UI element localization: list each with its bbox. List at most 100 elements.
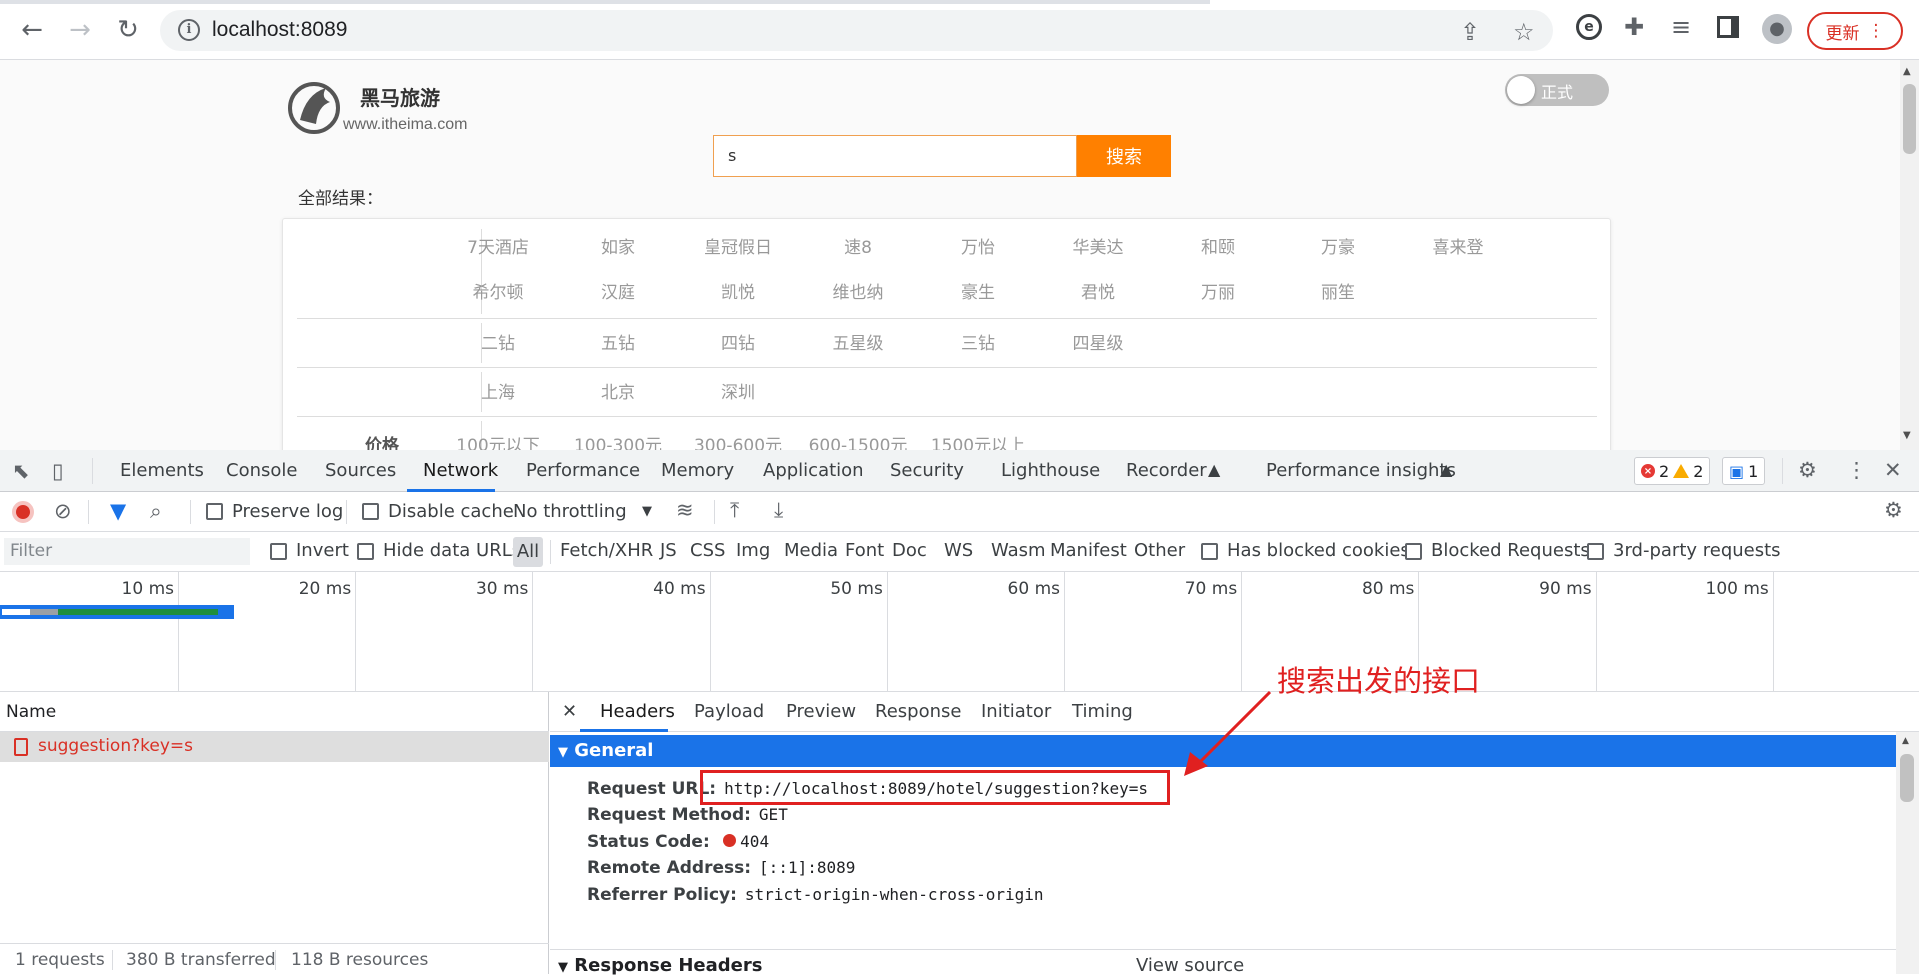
env-toggle[interactable]: 正式: [1505, 74, 1609, 106]
settings-gear-icon[interactable]: ⚙: [1798, 458, 1817, 482]
tab-security[interactable]: Security: [890, 460, 964, 481]
inspect-element-icon[interactable]: ⬉: [12, 459, 30, 483]
request-row[interactable]: suggestion?key=s: [0, 732, 549, 762]
blocked-requests-checkbox[interactable]: [1405, 543, 1422, 560]
brand-filter-item[interactable]: 7天酒店: [443, 233, 553, 258]
detail-tab-headers[interactable]: Headers: [600, 701, 675, 722]
filter-type-wasm[interactable]: Wasm: [991, 540, 1046, 561]
tab-lighthouse[interactable]: Lighthouse: [1001, 460, 1100, 481]
network-settings-icon[interactable]: ⚙: [1884, 498, 1903, 522]
close-detail-icon[interactable]: ✕: [562, 701, 577, 722]
star-filter-item[interactable]: 三钻: [923, 329, 1033, 354]
network-timeline[interactable]: 10 ms 20 ms 30 ms 40 ms 50 ms 60 ms 70 ms 80 ms…: [0, 572, 1919, 692]
tab-elements[interactable]: Elements: [120, 460, 204, 481]
bookmark-star-icon[interactable]: ☆: [1513, 18, 1535, 46]
brand-filter-item[interactable]: 喜来登: [1403, 233, 1513, 258]
forward-icon[interactable]: →: [62, 12, 98, 48]
preserve-log-checkbox[interactable]: [206, 503, 223, 520]
share-icon[interactable]: ⇪: [1460, 18, 1480, 46]
update-button[interactable]: 更新 ⋮: [1807, 12, 1903, 50]
tab-performance-insights[interactable]: Performance insights: [1266, 460, 1456, 481]
filter-type-img[interactable]: Img: [736, 540, 770, 561]
response-headers-section-header[interactable]: ▼ Response Headers View source: [550, 949, 1896, 977]
search-icon[interactable]: ⌕: [150, 499, 162, 524]
profile-avatar-icon[interactable]: ●: [1762, 14, 1792, 44]
scroll-up-icon[interactable]: ▲: [1902, 736, 1909, 746]
detail-tab-payload[interactable]: Payload: [694, 701, 764, 722]
tab-performance[interactable]: Performance: [526, 460, 640, 481]
star-filter-item[interactable]: 四星级: [1043, 329, 1153, 354]
extensions-puzzle-icon[interactable]: ✚: [1624, 13, 1644, 41]
brand-filter-item[interactable]: 凯悦: [683, 278, 793, 303]
star-filter-item[interactable]: 二钻: [443, 329, 553, 354]
reading-list-icon[interactable]: ≡: [1671, 13, 1691, 41]
tab-memory[interactable]: Memory: [661, 460, 734, 481]
city-filter-item[interactable]: 深圳: [683, 378, 793, 403]
scroll-down-icon[interactable]: ▼: [1903, 430, 1911, 441]
record-icon[interactable]: [12, 501, 34, 523]
network-conditions-icon[interactable]: ≋: [676, 498, 694, 522]
name-column-header[interactable]: Name: [0, 692, 549, 732]
back-icon[interactable]: ←: [14, 12, 50, 48]
price-filter-item[interactable]: 100-300元: [563, 431, 673, 450]
tab-recorder[interactable]: Recorder: [1126, 460, 1207, 481]
search-input[interactable]: s: [713, 135, 1077, 177]
search-button[interactable]: 搜索: [1077, 135, 1171, 177]
brand-filter-item[interactable]: 维也纳: [803, 278, 913, 303]
brand-filter-item[interactable]: 希尔顿: [443, 278, 553, 303]
star-filter-item[interactable]: 五钻: [563, 329, 673, 354]
filter-type-ws[interactable]: WS: [944, 540, 973, 561]
blocked-cookies-checkbox[interactable]: [1201, 543, 1218, 560]
detail-scroll-thumb[interactable]: [1900, 754, 1914, 802]
filter-type-other[interactable]: Other: [1134, 540, 1185, 561]
hide-data-urls-checkbox[interactable]: [357, 543, 374, 560]
filter-type-css[interactable]: CSS: [690, 540, 725, 561]
brand-filter-item[interactable]: 速8: [803, 233, 913, 258]
filter-type-font[interactable]: Font: [845, 540, 884, 561]
brand-filter-item[interactable]: 如家: [563, 233, 673, 258]
city-filter-item[interactable]: 北京: [563, 378, 673, 403]
device-toolbar-icon[interactable]: ▯: [52, 459, 64, 483]
brand-filter-item[interactable]: 君悦: [1043, 278, 1153, 303]
filter-type-all[interactable]: All: [513, 537, 543, 567]
detail-tab-preview[interactable]: Preview: [786, 701, 856, 722]
city-filter-item[interactable]: 上海: [443, 378, 553, 403]
price-filter-item[interactable]: 300-600元: [683, 431, 793, 450]
reload-icon[interactable]: ↻: [110, 12, 146, 48]
brand-filter-item[interactable]: 万丽: [1163, 278, 1273, 303]
star-filter-item[interactable]: 四钻: [683, 329, 793, 354]
price-filter-item[interactable]: 1500元以上: [923, 431, 1033, 450]
issues-badge[interactable]: × 2 2: [1634, 457, 1711, 485]
brand-filter-item[interactable]: 皇冠假日: [683, 233, 793, 258]
third-party-checkbox[interactable]: [1587, 543, 1604, 560]
messages-badge[interactable]: ▣ 1: [1722, 457, 1766, 485]
detail-tab-response[interactable]: Response: [875, 701, 961, 722]
scroll-up-icon[interactable]: ▲: [1903, 66, 1911, 77]
filter-type-doc[interactable]: Doc: [892, 540, 927, 561]
export-har-icon[interactable]: ⤓: [774, 498, 783, 523]
tab-sources[interactable]: Sources: [325, 460, 396, 481]
tab-application[interactable]: Application: [763, 460, 864, 481]
extension-e-icon[interactable]: e: [1576, 14, 1602, 40]
invert-checkbox[interactable]: [270, 543, 287, 560]
filter-input[interactable]: Filter: [4, 538, 250, 565]
tab-console[interactable]: Console: [226, 460, 297, 481]
detail-tab-initiator[interactable]: Initiator: [981, 701, 1051, 722]
brand-filter-item[interactable]: 汉庭: [563, 278, 673, 303]
price-filter-item[interactable]: 100元以下: [443, 431, 553, 450]
import-har-icon[interactable]: ⤒: [730, 498, 739, 523]
chevron-down-icon[interactable]: ▼: [642, 504, 652, 519]
filter-type-manifest[interactable]: Manifest: [1050, 540, 1127, 561]
filter-type-media[interactable]: Media: [784, 540, 838, 561]
brand-filter-item[interactable]: 丽笙: [1283, 278, 1393, 303]
brand-filter-item[interactable]: 豪生: [923, 278, 1033, 303]
throttling-select[interactable]: No throttling: [513, 501, 627, 522]
brand-filter-item[interactable]: 万怡: [923, 233, 1033, 258]
tab-network[interactable]: Network: [423, 460, 498, 481]
view-source-link[interactable]: View source: [1136, 955, 1244, 976]
filter-funnel-icon[interactable]: ▼: [110, 499, 126, 523]
filter-type-fetch-xhr[interactable]: Fetch/XHR: [560, 540, 653, 561]
clear-icon[interactable]: ⊘: [54, 499, 72, 523]
brand-filter-item[interactable]: 和颐: [1163, 233, 1273, 258]
brand-filter-item[interactable]: 华美达: [1043, 233, 1153, 258]
